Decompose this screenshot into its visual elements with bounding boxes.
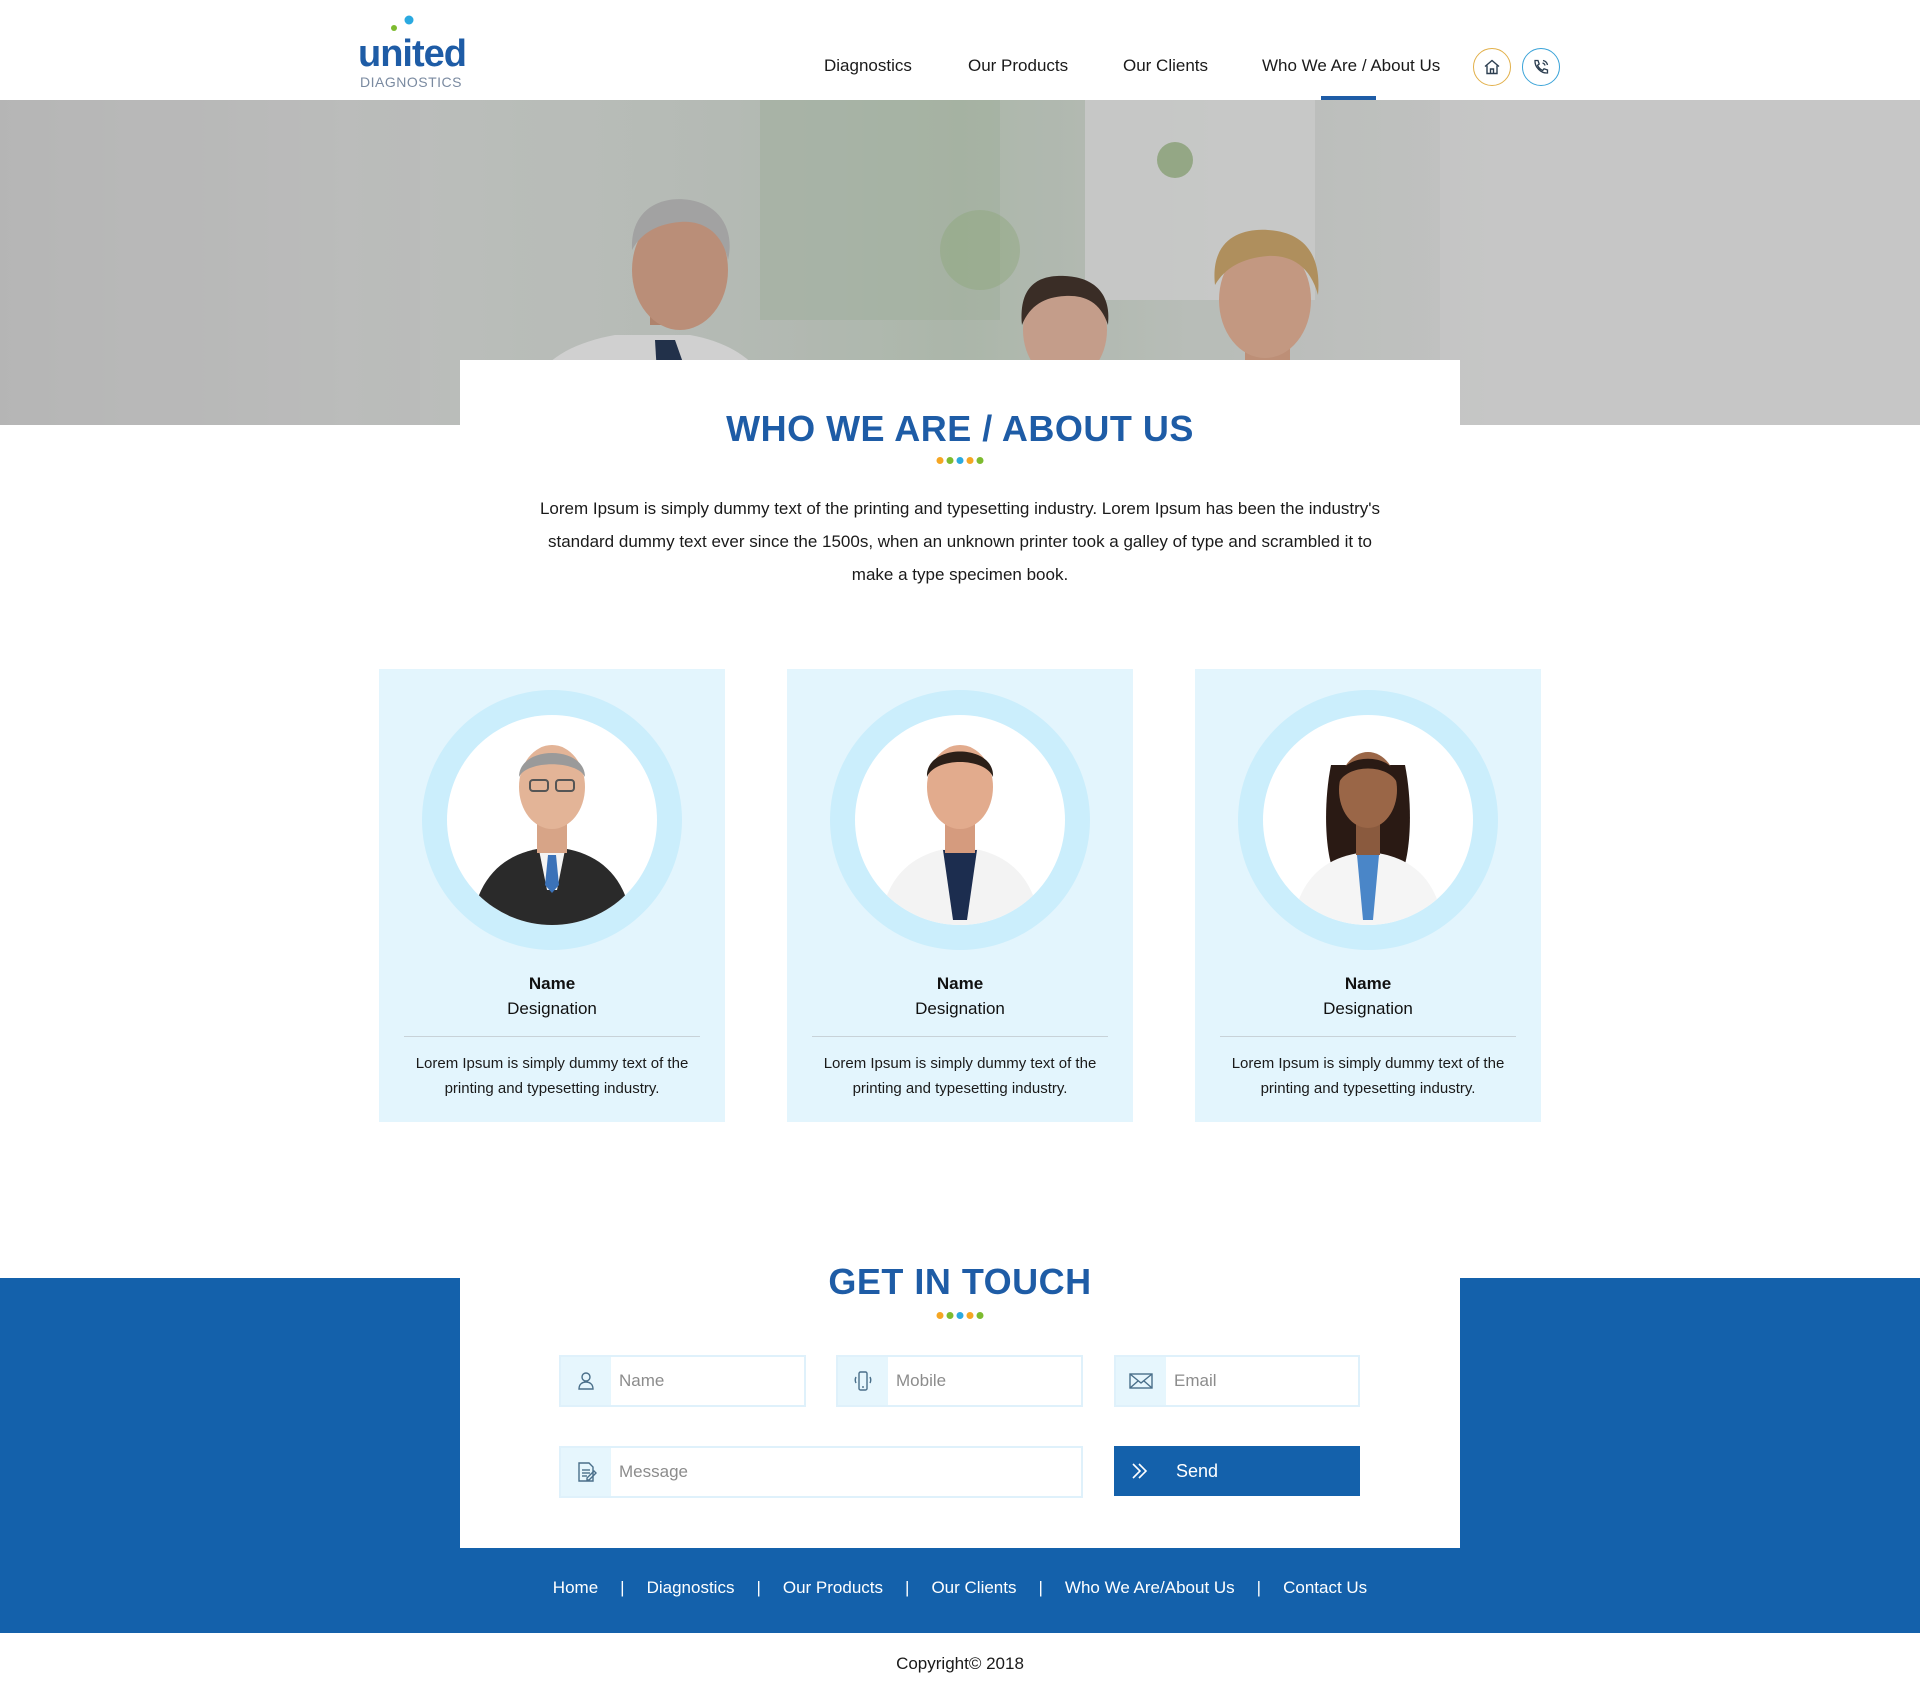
member-name: Name	[1344, 974, 1392, 993]
footer-link-diagnostics[interactable]: Diagnostics	[647, 1578, 735, 1597]
nav-item-who-we-are[interactable]: Who We Are / About Us	[1262, 56, 1440, 76]
member-photo	[855, 715, 1065, 925]
send-button[interactable]: Send	[1114, 1446, 1360, 1496]
member-designation: Designation	[507, 999, 597, 1018]
about-title-dots	[936, 457, 984, 464]
member-description: Lorem Ipsum is simply dummy text of the …	[1231, 1055, 1505, 1097]
member-divider	[812, 1036, 1108, 1037]
phone-icon	[1534, 59, 1549, 74]
member-designation: Designation	[1323, 999, 1413, 1018]
united-diagnostics-logo[interactable]: united DIAGNOSTICS	[358, 14, 468, 90]
member-designation: Designation	[915, 999, 1005, 1018]
member-photo	[447, 715, 657, 925]
home-icon	[1484, 59, 1500, 75]
send-label: Send	[1176, 1460, 1219, 1481]
contact-title-dots	[936, 1312, 984, 1319]
footer-separator: |	[620, 1578, 625, 1597]
nav-item-our-clients[interactable]: Our Clients	[1123, 56, 1208, 76]
mail-icon	[1116, 1357, 1166, 1405]
contact-title: GET IN TOUCH	[828, 1261, 1092, 1302]
member-photo	[1263, 715, 1473, 925]
logo-wordmark: united	[358, 33, 467, 75]
message-input[interactable]	[611, 1448, 1081, 1496]
name-input[interactable]	[611, 1357, 804, 1405]
user-icon	[561, 1357, 611, 1405]
avatar-illustration	[880, 745, 1040, 925]
footer-link-our-products[interactable]: Our Products	[783, 1578, 883, 1597]
footer-separator: |	[756, 1578, 761, 1597]
footer-separator: |	[1256, 1578, 1262, 1597]
member-divider	[1220, 1036, 1516, 1037]
member-description: Lorem Ipsum is simply dummy text of the …	[415, 1055, 689, 1097]
footer-separator: |	[905, 1578, 910, 1597]
about-description: Lorem Ipsum is simply dummy text of the …	[539, 499, 1381, 584]
footer-nav: Home | Diagnostics | Our Products | Our Client…	[0, 1578, 1920, 1598]
member-name: Name	[528, 974, 576, 993]
footer-link-who-we-are[interactable]: Who We Are/About Us	[1065, 1578, 1235, 1597]
member-photo-frame	[1238, 690, 1498, 950]
message-icon	[561, 1448, 611, 1496]
copyright-text: Copyright© 2018	[896, 1654, 1024, 1673]
member-description: Lorem Ipsum is simply dummy text of the …	[823, 1055, 1097, 1097]
nav-item-our-products[interactable]: Our Products	[968, 56, 1068, 76]
team-member-card: Name Designation Lorem Ipsum is simply d…	[379, 669, 725, 1122]
email-field[interactable]	[1114, 1355, 1360, 1407]
about-section: WHO WE ARE / ABOUT US Lorem Ipsum is sim…	[460, 360, 1460, 620]
nav-item-diagnostics[interactable]: Diagnostics	[824, 56, 912, 76]
about-title: WHO WE ARE / ABOUT US	[726, 408, 1194, 449]
logo-subtitle: DIAGNOSTICS	[360, 74, 462, 90]
member-photo-frame	[830, 690, 1090, 950]
footer-link-our-clients[interactable]: Our Clients	[931, 1578, 1016, 1597]
footer-separator: |	[1038, 1578, 1043, 1597]
mobile-field[interactable]	[836, 1355, 1083, 1407]
phone-button[interactable]	[1522, 48, 1560, 86]
email-input[interactable]	[1166, 1357, 1358, 1405]
member-name: Name	[936, 974, 984, 993]
footer-link-home[interactable]: Home	[553, 1578, 598, 1597]
double-chevron-right-icon	[1114, 1446, 1164, 1496]
message-field[interactable]	[559, 1446, 1083, 1498]
avatar-illustration	[1293, 752, 1443, 925]
footer-link-contact-us[interactable]: Contact Us	[1283, 1578, 1367, 1597]
member-divider	[404, 1036, 700, 1037]
mobile-icon	[838, 1357, 888, 1405]
avatar-illustration	[472, 745, 632, 925]
team-member-card: Name Designation Lorem Ipsum is simply d…	[787, 669, 1133, 1122]
team-member-card: Name Designation Lorem Ipsum is simply d…	[1195, 669, 1541, 1122]
site-header: united DIAGNOSTICS Diagnostics Our Produ…	[0, 0, 1920, 100]
name-field[interactable]	[559, 1355, 806, 1407]
mobile-input[interactable]	[888, 1357, 1081, 1405]
member-photo-frame	[422, 690, 682, 950]
contact-form: GET IN TOUCH Name Mobile Email Message S…	[460, 1248, 1460, 1548]
home-button[interactable]	[1473, 48, 1511, 86]
